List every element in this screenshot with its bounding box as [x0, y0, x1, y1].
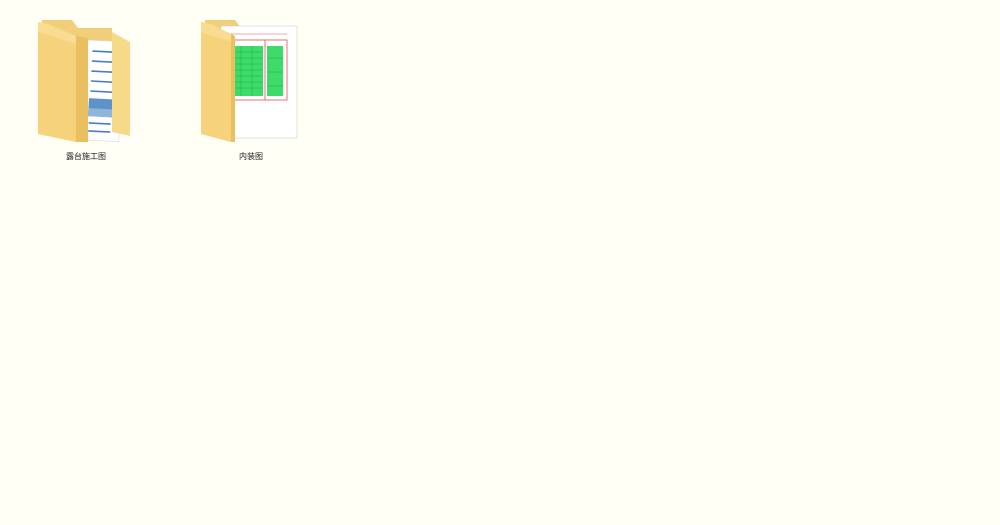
folder-label: 内装图 [239, 152, 263, 161]
desktop: 露台施工图 内装图 [0, 0, 1000, 525]
folder-item-2[interactable]: 内装图 [191, 14, 311, 164]
folder-item-1[interactable]: 露台施工图 [26, 14, 146, 164]
folder-with-document-icon [38, 20, 130, 143]
folder-label: 露台施工图 [66, 152, 106, 161]
folder-with-drawing-icon [201, 20, 298, 142]
